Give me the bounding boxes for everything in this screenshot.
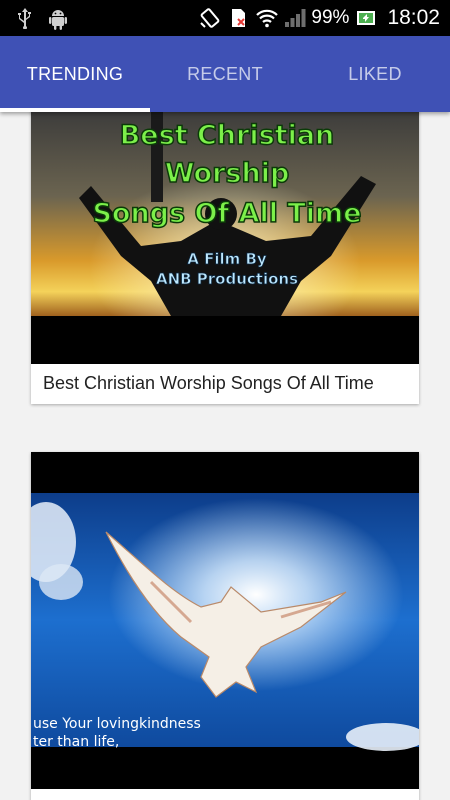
- video-thumbnail[interactable]: use Your lovingkindness ter than life,: [31, 452, 419, 789]
- status-left: [14, 7, 68, 30]
- tab-liked[interactable]: LIKED: [300, 36, 450, 112]
- signal-icon: [283, 7, 306, 29]
- tab-bar: TRENDING RECENT LIKED: [0, 36, 450, 112]
- battery-charging-icon: [355, 7, 377, 29]
- thumbnail-title-line2: Worship: [165, 158, 290, 189]
- android-icon: [46, 7, 68, 30]
- wifi-icon: [255, 7, 279, 29]
- thumbnail-caption-line2: ter than life,: [33, 734, 119, 750]
- video-thumbnail[interactable]: Best Christian Worship Songs Of All Time…: [31, 112, 419, 364]
- video-list[interactable]: Best Christian Worship Songs Of All Time…: [0, 112, 450, 800]
- thumbnail-title-line1: Best Christian: [120, 120, 335, 151]
- battery-percent: 99%: [311, 7, 350, 28]
- tab-trending[interactable]: TRENDING: [0, 36, 150, 112]
- sim-icon: [227, 7, 249, 29]
- video-card[interactable]: use Your lovingkindness ter than life,: [31, 452, 419, 800]
- thumbnail-credit-line2: ANB Productions: [156, 270, 298, 288]
- video-card[interactable]: Best Christian Worship Songs Of All Time…: [31, 112, 419, 404]
- video-title[interactable]: Best Christian Worship Songs Of All Time: [43, 373, 374, 394]
- tab-recent[interactable]: RECENT: [150, 36, 300, 112]
- thumbnail-title-line3: Songs Of All Time: [92, 198, 361, 229]
- clock: 18:02: [387, 6, 440, 29]
- active-tab-indicator: [0, 108, 150, 112]
- status-bar: 99% 18:02: [0, 0, 450, 36]
- thumbnail-caption-line1: use Your lovingkindness: [33, 716, 201, 732]
- usb-icon: [14, 7, 36, 30]
- thumbnail-credit-line1: A Film By: [187, 250, 267, 268]
- rotation-icon: [199, 7, 221, 29]
- status-right: 99% 18:02: [199, 6, 440, 30]
